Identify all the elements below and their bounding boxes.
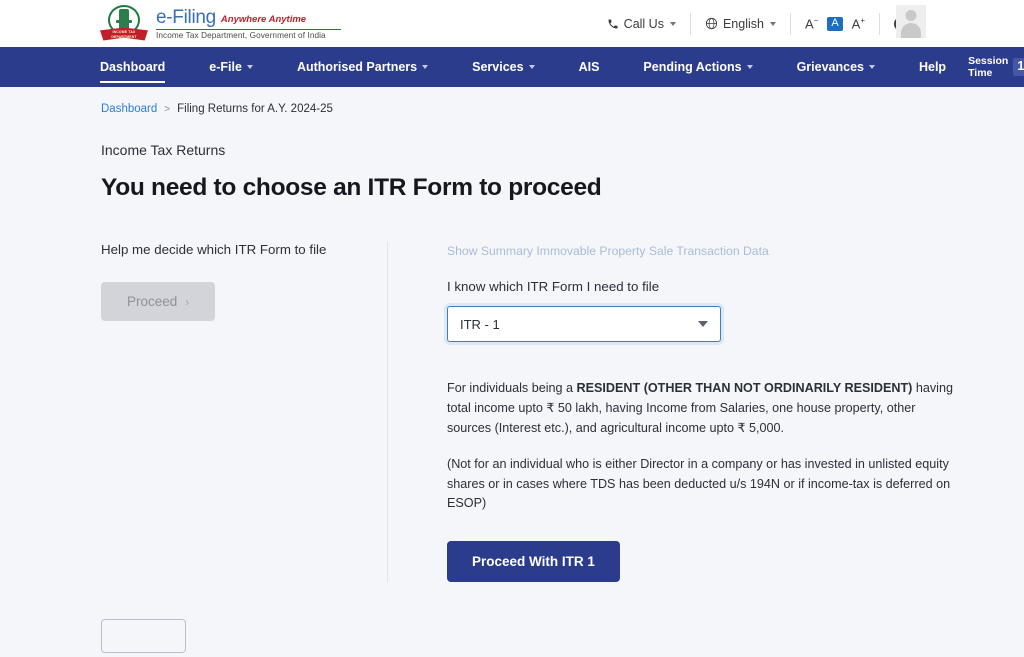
- nav-label: Dashboard: [100, 60, 166, 74]
- itr-form-selection-panel: Show Summary Immovable Property Sale Tra…: [388, 242, 984, 583]
- brand-divider: [156, 28, 341, 30]
- nav-item-authorised-partners[interactable]: Authorised Partners: [275, 47, 450, 87]
- desc-bold: RESIDENT (OTHER THAN NOT ORDINARILY RESI…: [576, 381, 913, 395]
- nav-item-help[interactable]: Help: [897, 47, 968, 87]
- call-us-label: Call Us: [623, 16, 664, 31]
- main-content: Income Tax Returns You need to choose an…: [0, 142, 1024, 583]
- font-increase-button[interactable]: A+: [852, 16, 865, 30]
- nav-label: e-File: [209, 60, 242, 74]
- help-me-decide-panel: Help me decide which ITR Form to file Pr…: [101, 242, 387, 582]
- form-choice-columns: Help me decide which ITR Form to file Pr…: [101, 242, 984, 583]
- nav-item-ais[interactable]: AIS: [557, 47, 622, 87]
- font-normal-button[interactable]: A: [827, 16, 843, 31]
- top-header: INCOME TAX DEPARTMENT e-Filing Anywhere …: [0, 0, 1024, 47]
- chevron-down-icon: [669, 21, 676, 26]
- site-logo[interactable]: INCOME TAX DEPARTMENT e-Filing Anywhere …: [100, 4, 341, 44]
- globe-icon: [705, 17, 718, 30]
- breadcrumb-home-link[interactable]: Dashboard: [101, 103, 157, 115]
- session-timer: Session Time 1 4 : 1 4: [968, 47, 1024, 87]
- proceed-button-label: Proceed: [127, 294, 178, 309]
- desc-prefix: For individuals being a: [447, 381, 577, 395]
- chevron-down-icon: [528, 65, 535, 69]
- nav-item-dashboard[interactable]: Dashboard: [100, 47, 187, 87]
- main-navigation: Dashboard e-File Authorised Partners Ser…: [0, 47, 1024, 87]
- language-label: English: [722, 16, 764, 31]
- page-title: You need to choose an ITR Form to procee…: [101, 174, 602, 201]
- national-emblem-icon: INCOME TAX DEPARTMENT: [100, 4, 148, 44]
- itr-form-select-value: ITR - 1: [460, 316, 500, 332]
- breadcrumb: Dashboard > Filing Returns for A.Y. 2024…: [0, 87, 1024, 115]
- help-me-decide-label: Help me decide which ITR Form to file: [101, 242, 327, 257]
- section-label: Income Tax Returns: [101, 142, 226, 158]
- header-utilities: Call Us English A− A A+: [593, 12, 1012, 35]
- proceed-with-itr-button[interactable]: Proceed With ITR 1: [447, 541, 620, 583]
- avatar: [896, 5, 926, 38]
- nav-label: AIS: [578, 60, 600, 74]
- nav-item-e-file[interactable]: e-File: [187, 47, 275, 87]
- nav-item-pending-actions[interactable]: Pending Actions: [621, 47, 774, 87]
- show-summary-link[interactable]: Show Summary Immovable Property Sale Tra…: [447, 244, 769, 258]
- call-us-button[interactable]: Call Us: [593, 17, 690, 31]
- brand-title: e-Filing: [156, 6, 216, 28]
- breadcrumb-separator-icon: >: [164, 103, 171, 115]
- chevron-down-icon: [246, 65, 253, 69]
- brand-tagline: Anywhere Anytime: [220, 14, 307, 26]
- know-form-label: I know which ITR Form I need to file: [447, 279, 660, 294]
- font-size-controls: A− A A+: [791, 16, 879, 32]
- session-digit-1: 1: [1013, 58, 1024, 76]
- font-decrease-label: A: [804, 16, 814, 32]
- session-timer-digits: 1 4 : 1 4: [1013, 58, 1024, 76]
- phone-icon: [608, 19, 618, 28]
- itr-form-select-wrapper: ITR - 1: [447, 306, 721, 342]
- font-decrease-button[interactable]: A−: [804, 16, 818, 32]
- nav-item-grievances[interactable]: Grievances: [775, 47, 897, 87]
- nav-label: Authorised Partners: [296, 60, 418, 74]
- brand-text: e-Filing Anywhere Anytime Income Tax Dep…: [156, 7, 341, 41]
- chevron-down-icon: [422, 65, 429, 69]
- nav-label: Help: [918, 60, 947, 74]
- itr-description-primary: For individuals being a RESIDENT (OTHER …: [447, 379, 959, 439]
- chevron-down-icon: [868, 65, 875, 69]
- itr-form-select[interactable]: ITR - 1: [447, 306, 721, 342]
- chevron-down-icon[interactable]: [698, 321, 708, 327]
- chevron-down-icon: [769, 21, 776, 26]
- chevron-down-icon: [746, 65, 753, 69]
- nav-label: Services: [472, 60, 524, 74]
- itr-description-secondary: (Not for an individual who is either Dir…: [447, 456, 951, 511]
- proceed-button[interactable]: Proceed ›: [101, 282, 216, 321]
- session-timer-label: Session Time: [968, 55, 1009, 79]
- nav-item-services[interactable]: Services: [450, 47, 556, 87]
- user-profile[interactable]: [896, 5, 934, 38]
- breadcrumb-current: Filing Returns for A.Y. 2024-25: [177, 103, 333, 115]
- nav-label: Pending Actions: [643, 60, 742, 74]
- chevron-right-icon: ›: [185, 294, 190, 309]
- back-button[interactable]: [101, 619, 186, 654]
- brand-department: Income Tax Department, Government of Ind…: [156, 31, 326, 41]
- language-selector[interactable]: English: [691, 17, 790, 31]
- emblem-banner-text: INCOME TAX DEPARTMENT: [111, 29, 137, 39]
- nav-label: Grievances: [796, 60, 864, 74]
